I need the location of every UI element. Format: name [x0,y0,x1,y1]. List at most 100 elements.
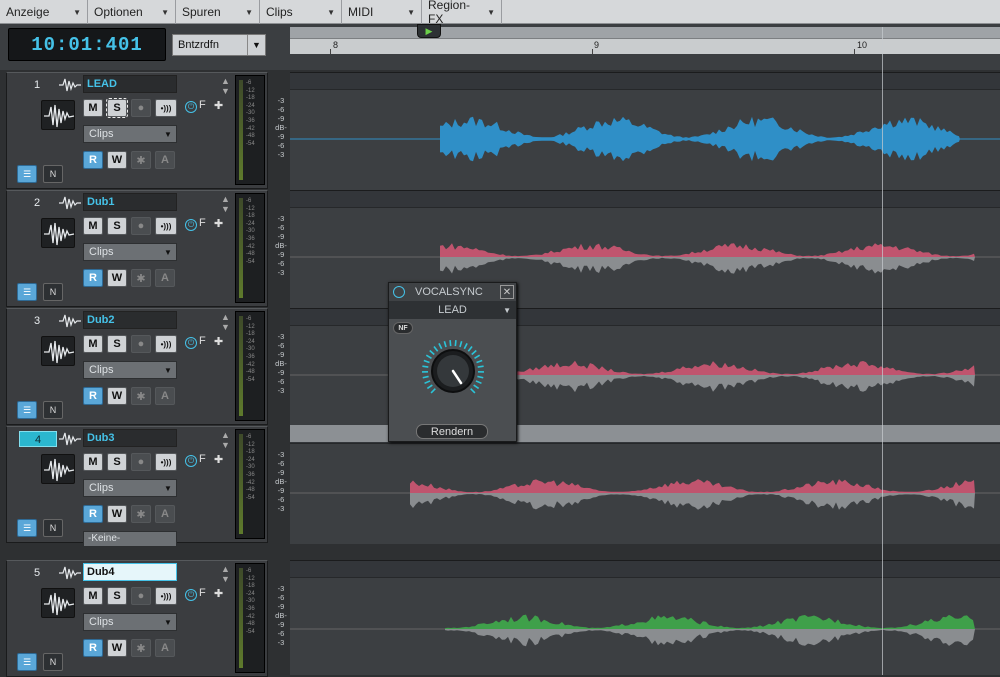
track-name[interactable]: LEAD [83,75,177,93]
input-echo-button[interactable]: •))) [155,335,177,353]
read-automation-button[interactable]: R [83,639,103,657]
keine-dropdown[interactable]: -Keine- [83,531,177,547]
render-button[interactable]: Rendern [416,424,488,439]
mute-button[interactable]: M [83,217,103,235]
menu-spuren[interactable]: Spuren▼ [176,0,260,24]
vocalsync-source-dropdown[interactable]: LEAD▼ [389,301,516,319]
automation-button[interactable]: A [155,269,175,287]
track-n-icon[interactable]: N [43,653,63,671]
mute-button[interactable]: M [83,99,103,117]
record-arm-button[interactable]: ● [131,217,151,235]
add-fx-icon[interactable]: ✚ [214,453,223,466]
input-echo-button[interactable]: •))) [155,217,177,235]
write-automation-button[interactable]: W [107,387,127,405]
power-icon[interactable]: ⏻ [185,219,197,231]
read-automation-button[interactable]: R [83,269,103,287]
track-number[interactable]: 3 [29,313,45,329]
track-name[interactable]: Dub4 [83,563,177,581]
power-icon[interactable]: ⏻ [185,455,197,467]
track-list-icon[interactable]: ☰ [17,519,37,537]
menu-region-fx[interactable]: Region-FX▼ [422,0,502,24]
record-arm-button[interactable]: ● [131,587,151,605]
asterisk-button[interactable]: ✱ [131,387,151,405]
write-automation-button[interactable]: W [107,151,127,169]
track-list-icon[interactable]: ☰ [17,653,37,671]
timeline-ruler[interactable]: 8 9 10 [290,27,1000,54]
power-icon[interactable] [393,286,405,298]
collapse-arrows-icon[interactable]: ▲▼ [221,312,230,332]
play-marker-icon[interactable]: ▶ [417,24,441,38]
track-list-icon[interactable]: ☰ [17,283,37,301]
add-fx-icon[interactable]: ✚ [214,335,223,348]
track-lane[interactable] [290,72,1000,190]
power-icon[interactable]: ⏻ [185,589,197,601]
automation-button[interactable]: A [155,505,175,523]
track-number[interactable]: 5 [29,565,45,581]
record-arm-button[interactable]: ● [131,453,151,471]
nf-button[interactable]: NF [393,322,413,334]
mute-button[interactable]: M [83,587,103,605]
track-header[interactable]: 4Dub3▲▼MS●•)))⏻F✚Clips▼RW✱A-Keine-☰N-6-1… [6,426,268,543]
asterisk-button[interactable]: ✱ [131,151,151,169]
solo-button[interactable]: S [107,453,127,471]
write-automation-button[interactable]: W [107,505,127,523]
track-number[interactable]: 2 [29,195,45,211]
read-automation-button[interactable]: R [83,151,103,169]
time-display[interactable]: 10:01:401 [8,28,166,61]
write-automation-button[interactable]: W [107,639,127,657]
record-arm-button[interactable]: ● [131,99,151,117]
track-number[interactable]: 1 [29,77,45,93]
track-list-icon[interactable]: ☰ [17,165,37,183]
record-arm-button[interactable]: ● [131,335,151,353]
asterisk-button[interactable]: ✱ [131,639,151,657]
input-echo-button[interactable]: •))) [155,453,177,471]
write-automation-button[interactable]: W [107,269,127,287]
solo-button[interactable]: S [107,217,127,235]
close-icon[interactable]: ✕ [500,285,514,299]
solo-button[interactable]: S [107,99,127,117]
automation-button[interactable]: A [155,151,175,169]
clips-dropdown[interactable]: Clips▼ [83,479,177,497]
track-n-icon[interactable]: N [43,165,63,183]
automation-button[interactable]: A [155,387,175,405]
collapse-arrows-icon[interactable]: ▲▼ [221,194,230,214]
read-automation-button[interactable]: R [83,387,103,405]
menu-clips[interactable]: Clips▼ [260,0,342,24]
clips-dropdown[interactable]: Clips▼ [83,243,177,261]
track-name[interactable]: Dub2 [83,311,177,329]
clips-dropdown[interactable]: Clips▼ [83,613,177,631]
automation-button[interactable]: A [155,639,175,657]
track-number[interactable]: 4 [19,431,57,447]
track-lane[interactable] [290,426,1000,544]
mute-button[interactable]: M [83,453,103,471]
power-icon[interactable]: ⏻ [185,337,197,349]
input-echo-button[interactable]: •))) [155,587,177,605]
track-header[interactable]: 5Dub4▲▼MS●•)))⏻F✚Clips▼RW✱A☰N-6-12-18-24… [6,560,268,677]
track-n-icon[interactable]: N [43,401,63,419]
track-name[interactable]: Dub1 [83,193,177,211]
menu-anzeige[interactable]: Anzeige▼ [0,0,88,24]
add-fx-icon[interactable]: ✚ [214,217,223,230]
menu-optionen[interactable]: Optionen▼ [88,0,176,24]
add-fx-icon[interactable]: ✚ [214,99,223,112]
track-n-icon[interactable]: N [43,283,63,301]
clips-dropdown[interactable]: Clips▼ [83,125,177,143]
solo-button[interactable]: S [107,335,127,353]
track-n-icon[interactable]: N [43,519,63,537]
track-list-icon[interactable]: ☰ [17,401,37,419]
track-header[interactable]: 2Dub1▲▼MS●•)))⏻F✚Clips▼RW✱A☰N-6-12-18-24… [6,190,268,307]
solo-button[interactable]: S [107,587,127,605]
track-header[interactable]: 1LEAD▲▼MS●•)))⏻F✚Clips▼RW✱A☰N-6-12-18-24… [6,72,268,189]
power-icon[interactable]: ⏻ [185,101,197,113]
mute-button[interactable]: M [83,335,103,353]
clips-dropdown[interactable]: Clips▼ [83,361,177,379]
strength-knob[interactable] [417,335,489,407]
track-lane[interactable] [290,560,1000,675]
add-fx-icon[interactable]: ✚ [214,587,223,600]
asterisk-button[interactable]: ✱ [131,505,151,523]
input-echo-button[interactable]: •))) [155,99,177,117]
collapse-arrows-icon[interactable]: ▲▼ [221,564,230,584]
read-automation-button[interactable]: R [83,505,103,523]
preset-dropdown[interactable]: Bntzrdfn▼ [172,34,266,56]
track-header[interactable]: 3Dub2▲▼MS●•)))⏻F✚Clips▼RW✱A☰N-6-12-18-24… [6,308,268,425]
